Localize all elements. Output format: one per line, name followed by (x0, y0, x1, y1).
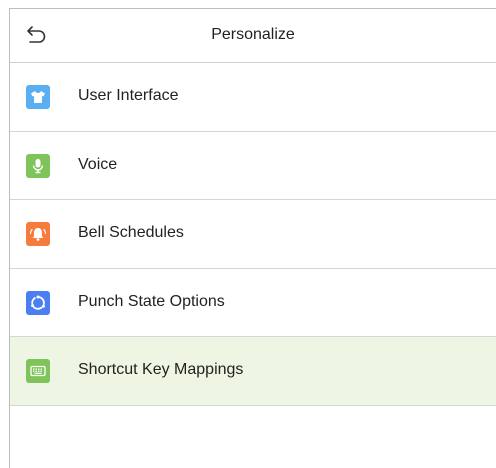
menu-item-label: Shortcut Key Mappings (78, 361, 244, 378)
bell-icon (26, 222, 50, 246)
menu-item-user-interface[interactable]: User Interface (10, 63, 496, 132)
menu-item-label: Bell Schedules (78, 224, 184, 241)
menu-item-label: Punch State Options (78, 292, 225, 310)
header-bar: Personalize (10, 9, 496, 63)
keyboard-icon (26, 359, 50, 383)
tshirt-icon (26, 85, 50, 109)
page-title: Personalize (211, 26, 295, 43)
menu-item-bell-schedules[interactable]: Bell Schedules (10, 200, 496, 269)
menu-item-label: Voice (78, 155, 118, 173)
menu-item-punch-state-options[interactable]: Punch State Options (10, 269, 496, 337)
menu-item-voice[interactable]: Voice (10, 132, 496, 200)
punch-state-icon (26, 290, 50, 315)
menu-item-shortcut-key-mappings[interactable]: Shortcut Key Mappings (10, 337, 496, 406)
personalize-screen: Personalize User Interface Voice Bell Sc… (9, 8, 496, 468)
menu-item-label: User Interface (78, 87, 179, 104)
microphone-icon (26, 153, 50, 178)
